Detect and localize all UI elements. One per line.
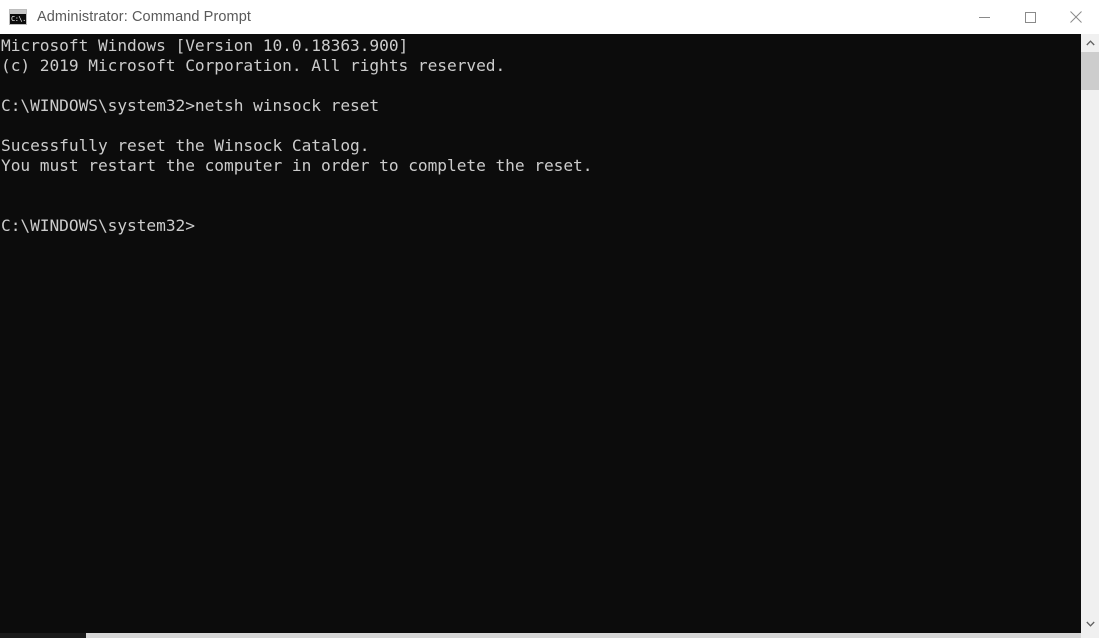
close-button[interactable]: [1053, 0, 1099, 34]
title-bar[interactable]: C:\. Administrator: Command Prompt: [0, 0, 1099, 34]
vertical-scrollbar-thumb[interactable]: [1081, 52, 1099, 90]
chevron-down-icon: [1085, 621, 1095, 627]
minimize-button[interactable]: [961, 0, 1007, 34]
window-controls: [961, 0, 1099, 34]
minimize-icon: [978, 16, 990, 18]
console-line: Microsoft Windows [Version 10.0.18363.90…: [1, 36, 409, 55]
scrollbar-corner: [1081, 633, 1099, 638]
horizontal-scrollbar[interactable]: [0, 633, 1099, 638]
console-area: Microsoft Windows [Version 10.0.18363.90…: [0, 34, 1099, 633]
vertical-scrollbar[interactable]: [1081, 34, 1099, 633]
title-bar-left: C:\. Administrator: Command Prompt: [0, 0, 251, 34]
maximize-button[interactable]: [1007, 0, 1053, 34]
console-line: You must restart the computer in order t…: [1, 156, 593, 175]
close-icon: [1070, 11, 1082, 23]
console-line-prompt: C:\WINDOWS\system32>: [1, 216, 195, 235]
window-title: Administrator: Command Prompt: [37, 9, 252, 25]
console-line-command: C:\WINDOWS\system32>netsh winsock reset: [1, 96, 380, 115]
command-prompt-icon: C:\.: [9, 9, 27, 25]
command-prompt-window: C:\. Administrator: Command Prompt Micro…: [0, 0, 1099, 638]
chevron-up-icon: [1085, 40, 1095, 46]
console-line: (c) 2019 Microsoft Corporation. All righ…: [1, 56, 506, 75]
horizontal-scrollbar-thumb[interactable]: [0, 633, 86, 638]
command-prompt-icon-glyph: C:\.: [11, 15, 26, 23]
console-line: Sucessfully reset the Winsock Catalog.: [1, 136, 370, 155]
vertical-scrollbar-track[interactable]: [1081, 52, 1099, 615]
scroll-up-button[interactable]: [1081, 34, 1099, 52]
scroll-down-button[interactable]: [1081, 615, 1099, 633]
maximize-icon: [1024, 11, 1036, 23]
console-output[interactable]: Microsoft Windows [Version 10.0.18363.90…: [0, 34, 1081, 633]
